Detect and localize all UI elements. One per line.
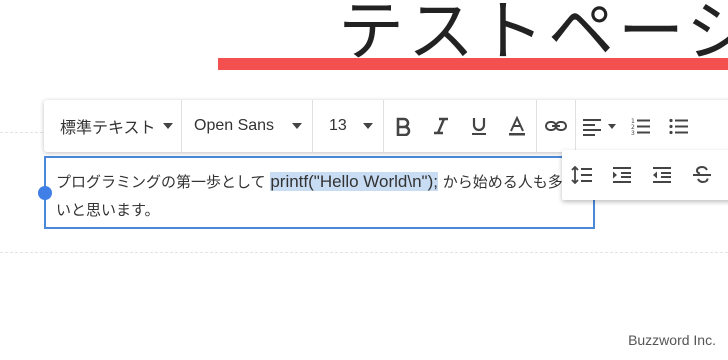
align-left-icon [583,119,601,136]
font-size-value: 13 [329,117,347,134]
numbered-list-icon: 1 2 3 [631,118,650,136]
italic-button[interactable] [422,100,460,152]
text-format-select[interactable]: 標準テキスト [44,100,181,152]
bold-button[interactable] [384,100,422,152]
chevron-down-icon [163,123,173,129]
block-drag-handle[interactable] [38,186,52,200]
outdent-icon [653,167,671,183]
editor-content[interactable]: プログラミングの第一歩として printf("Hello World\n"); … [56,168,576,224]
strikethrough-button[interactable] [682,150,722,200]
strikethrough-icon [693,165,711,184]
font-family-value: Open Sans [194,117,275,134]
svg-text:3: 3 [631,130,635,136]
chevron-down-icon [608,123,616,129]
font-family-select[interactable]: Open Sans [182,100,312,152]
bold-icon [396,117,411,136]
brand-watermark: Buzzword Inc. [628,332,716,348]
text-color-icon [509,116,525,136]
line-height-icon [571,165,592,185]
line-height-button[interactable] [562,150,602,200]
chevron-down-icon [292,123,302,129]
bulleted-list-button[interactable] [660,100,698,152]
underline-icon [472,118,486,135]
formatting-toolbar-overflow [562,150,728,200]
indent-button[interactable] [602,150,642,200]
text-align-select[interactable] [576,100,622,152]
outdent-button[interactable] [642,150,682,200]
numbered-list-button[interactable]: 1 2 3 [622,100,660,152]
selected-text[interactable]: printf("Hello World\n"); [270,172,438,191]
title-underline [218,58,728,70]
bulleted-list-icon [669,118,688,135]
text-format-value: 標準テキスト [60,118,156,137]
chevron-down-icon [363,123,373,129]
section-divider [0,252,728,253]
italic-icon [434,117,448,135]
link-button[interactable] [537,100,575,152]
editor-text-before: プログラミングの第一歩として [56,173,271,191]
formatting-toolbar: 標準テキスト Open Sans 13 1 2 3 [44,100,728,152]
text-color-button[interactable] [498,100,536,152]
underline-button[interactable] [460,100,498,152]
text-block-editor[interactable]: プログラミングの第一歩として printf("Hello World\n"); … [44,156,595,229]
font-size-select[interactable]: 13 [313,100,383,152]
link-icon [545,121,567,131]
indent-icon [613,167,631,183]
